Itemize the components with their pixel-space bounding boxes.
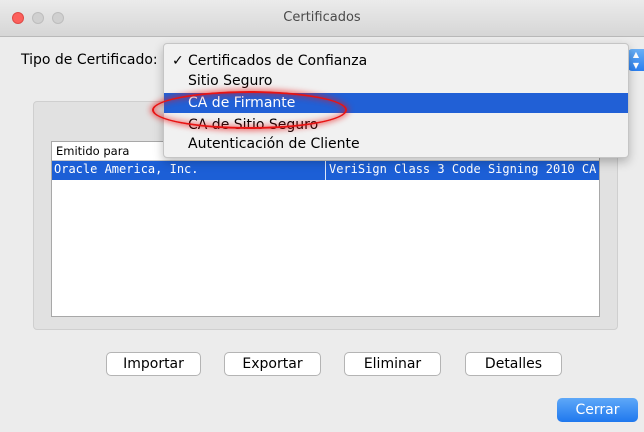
menu-item-client-authentication[interactable]: Autenticación de Cliente [164, 134, 628, 154]
menu-item-label: CA de Firmante [188, 95, 296, 111]
menu-item-label: Sitio Seguro [188, 73, 273, 89]
menu-item-signer-ca[interactable]: CA de Firmante [164, 93, 628, 113]
certificates-table[interactable]: Emitido para Oracle America, Inc. VeriSi… [51, 141, 600, 317]
column-header-issued-to[interactable]: Emitido para [56, 144, 129, 158]
menu-item-label: Autenticación de Cliente [188, 136, 360, 152]
certificates-window: Certificados Tipo de Certificado: ▲ ▼ Emi… [0, 0, 644, 432]
certificate-type-menu: ✓ Certificados de Confianza Sitio Seguro… [163, 43, 629, 158]
column-separator [325, 161, 326, 180]
menu-item-label: Certificados de Confianza [188, 53, 368, 69]
menu-item-secure-site-ca[interactable]: CA de Sitio Seguro [164, 115, 628, 135]
certificate-type-label: Tipo de Certificado: [21, 52, 158, 68]
menu-item-label: CA de Sitio Seguro [188, 117, 319, 133]
menu-item-trusted-certificates[interactable]: ✓ Certificados de Confianza [164, 51, 628, 71]
details-button[interactable]: Detalles [465, 352, 562, 376]
window-title: Certificados [283, 10, 361, 25]
dropdown-arrows-icon[interactable]: ▲ ▼ [628, 49, 644, 71]
table-row[interactable]: Oracle America, Inc. VeriSign Class 3 Co… [52, 161, 599, 180]
checkmark-icon: ✓ [172, 53, 184, 69]
export-button[interactable]: Exportar [224, 352, 321, 376]
menu-item-secure-site[interactable]: Sitio Seguro [164, 71, 628, 91]
title-bar: Certificados [0, 0, 644, 37]
close-button[interactable]: Cerrar [557, 398, 638, 422]
cell-issued-by: VeriSign Class 3 Code Signing 2010 CA [329, 162, 597, 176]
cell-issued-to: Oracle America, Inc. [54, 162, 199, 176]
import-button[interactable]: Importar [106, 352, 201, 376]
remove-button[interactable]: Eliminar [344, 352, 441, 376]
